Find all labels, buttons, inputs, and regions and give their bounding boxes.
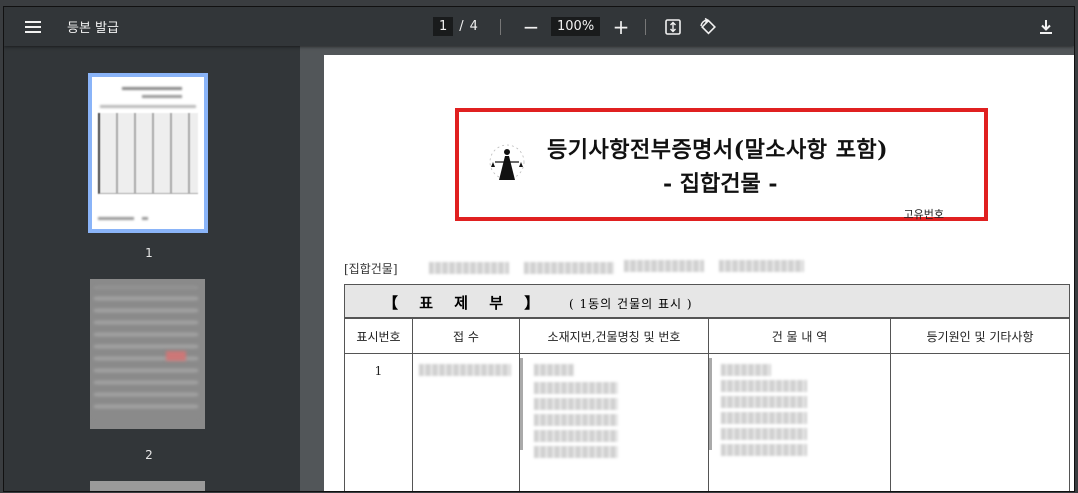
zoom-level-input[interactable]: 100% bbox=[551, 17, 601, 36]
section-subtitle: ( 1동의 건물의 표시 ) bbox=[569, 297, 693, 311]
redacted-text bbox=[534, 414, 618, 426]
thumb-highlight bbox=[166, 351, 186, 361]
location-cell bbox=[519, 353, 709, 491]
zoom-in-button[interactable]: + bbox=[611, 7, 631, 46]
building-group-label: [집합건물] bbox=[344, 262, 398, 276]
page-thumbnail-3[interactable] bbox=[90, 481, 205, 491]
redacted-text bbox=[534, 364, 574, 376]
thumb-text bbox=[100, 105, 196, 108]
redacted-text bbox=[721, 412, 807, 424]
pdf-viewer: 등본 발급 1 / 4 − 100% + 1 2 등기사항전부증명서(말소사항 … bbox=[3, 6, 1075, 492]
building-detail-cell bbox=[708, 353, 891, 491]
unique-number-label: 고유번호 bbox=[903, 208, 944, 221]
redacted-text bbox=[534, 446, 618, 458]
redacted-text bbox=[534, 382, 618, 394]
certificate-header-highlight: 등기사항전부증명서(말소사항 포함) - 집합건물 - 고유번호 bbox=[455, 108, 988, 221]
court-seal-icon bbox=[485, 140, 529, 184]
thumb-text bbox=[142, 95, 182, 98]
column-header: 건 물 내 역 bbox=[708, 318, 891, 354]
certificate-subtitle: - 집합건물 - bbox=[663, 171, 778, 197]
zoom-out-button[interactable]: − bbox=[521, 7, 541, 46]
total-pages: 4 bbox=[469, 19, 478, 34]
document-title: 등본 발급 bbox=[67, 21, 119, 36]
redacted-text bbox=[429, 262, 509, 274]
redacted-text bbox=[721, 428, 807, 440]
scroll-gutter bbox=[300, 46, 324, 491]
page-thumbnail-1[interactable] bbox=[88, 73, 208, 233]
thumb-text bbox=[142, 217, 148, 220]
rotate-icon[interactable] bbox=[697, 7, 719, 46]
redacted-text bbox=[721, 444, 807, 456]
fit-to-page-icon[interactable] bbox=[662, 7, 684, 46]
register-table: 표시번호 접 수 소재지번,건물명칭 및 번호 건 물 내 역 등기원인 및 기… bbox=[344, 318, 1070, 491]
thumb-text bbox=[122, 87, 182, 90]
document-page: 등기사항전부증명서(말소사항 포함) - 집합건물 - 고유번호 [집합건물] … bbox=[324, 55, 1074, 491]
redacted-text bbox=[624, 260, 704, 272]
download-icon[interactable] bbox=[1035, 7, 1057, 46]
section-header: 【 표 제 부 】 ( 1동의 건물의 표시 ) bbox=[344, 284, 1070, 318]
redacted-text bbox=[419, 364, 511, 376]
column-header: 소재지번,건물명칭 및 번호 bbox=[519, 318, 709, 354]
menu-icon[interactable] bbox=[20, 7, 46, 46]
redacted-text bbox=[534, 430, 618, 442]
column-header: 접 수 bbox=[412, 318, 520, 354]
receipt-cell bbox=[412, 353, 520, 491]
redacted-text bbox=[524, 262, 614, 274]
redacted-text bbox=[534, 398, 618, 410]
toolbar: 등본 발급 1 / 4 − 100% + bbox=[4, 7, 1074, 46]
section-title: 【 표 제 부 】 bbox=[383, 294, 548, 312]
page-thumbnail-label: 1 bbox=[145, 246, 153, 260]
table-row: 1 bbox=[344, 353, 1070, 491]
redacted-text bbox=[721, 364, 771, 376]
divider bbox=[645, 7, 646, 46]
column-header: 등기원인 및 기타사항 bbox=[890, 318, 1070, 354]
page-thumbnail-label: 2 bbox=[145, 448, 153, 462]
redacted-text bbox=[721, 380, 807, 392]
page-separator: / bbox=[459, 19, 464, 34]
registration-cause-cell bbox=[890, 353, 1070, 491]
redacted-text bbox=[719, 260, 804, 272]
thumb-text bbox=[98, 217, 134, 220]
thumb-table bbox=[98, 113, 198, 194]
current-page-input[interactable]: 1 bbox=[433, 17, 454, 36]
redacted-text bbox=[721, 396, 807, 408]
display-number-cell: 1 bbox=[344, 353, 413, 491]
cell-marker bbox=[709, 358, 712, 450]
page-thumbnail-2[interactable] bbox=[90, 279, 205, 429]
thumbnail-sidebar: 1 2 bbox=[4, 46, 300, 491]
certificate-title: 등기사항전부증명서(말소사항 포함) bbox=[547, 137, 889, 163]
page-indicator: 1 / 4 bbox=[433, 7, 501, 46]
table-header-row: 표시번호 접 수 소재지번,건물명칭 및 번호 건 물 내 역 등기원인 및 기… bbox=[344, 318, 1070, 354]
column-header: 표시번호 bbox=[344, 318, 413, 354]
divider bbox=[499, 18, 501, 35]
cell-marker bbox=[520, 358, 523, 450]
